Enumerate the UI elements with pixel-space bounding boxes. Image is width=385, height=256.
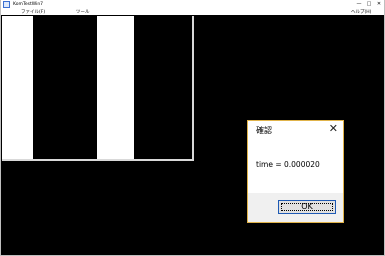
window-title: KomTestWin7 — [13, 1, 44, 7]
confirm-dialog: 確認 ✕ time = 0.000020 OK — [247, 120, 344, 223]
black-stripe-left — [33, 16, 97, 159]
menu-bar: ファイル(F) ツール ヘルプ(H) — [1, 8, 384, 15]
ok-button[interactable]: OK — [278, 200, 336, 214]
black-stripe-right — [134, 16, 192, 159]
dialog-close-icon[interactable]: ✕ — [329, 122, 338, 136]
maximize-button[interactable]: □ — [364, 0, 374, 8]
dialog-message: time = 0.000020 — [256, 160, 320, 169]
caption-buttons: — □ ✕ — [354, 0, 384, 8]
window-close-button[interactable]: ✕ — [374, 0, 384, 8]
title-bar[interactable]: KomTestWin7 — □ ✕ — [1, 0, 384, 8]
app-icon — [3, 0, 10, 8]
drawing-canvas — [2, 16, 194, 161]
minimize-button[interactable]: — — [354, 0, 364, 8]
dialog-title: 確認 — [256, 126, 272, 135]
dialog-footer: OK — [248, 193, 343, 222]
